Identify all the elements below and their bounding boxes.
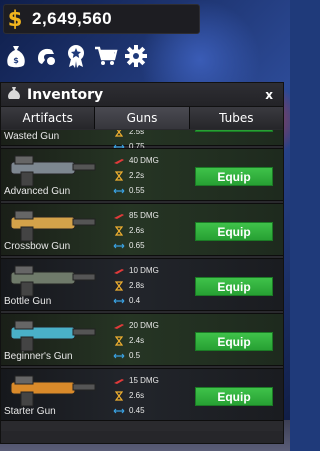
damage-value: 10 DMG: [129, 266, 159, 275]
gun-thumbnail: [5, 207, 101, 243]
gun-row: Crossbow Gun 85 DMG 2.6s 0.65 Equip: [1, 203, 283, 256]
hourglass-icon: [113, 335, 125, 346]
equip-button[interactable]: Equip: [195, 222, 273, 241]
gun-thumbnail: [5, 372, 101, 408]
range-stat: 0.65: [113, 238, 183, 253]
hourglass-icon: [113, 390, 125, 401]
gun-stats: 85 DMG 2.6s 0.65: [113, 208, 183, 253]
inventory-panel: Inventory x Artifacts Guns Tubes Wasted …: [0, 82, 284, 444]
list-footer: [1, 431, 283, 443]
gun-name: Wasted Gun: [4, 131, 60, 142]
time-value: 2.4s: [129, 336, 145, 345]
damage-icon: [113, 266, 125, 276]
gear-icon[interactable]: [124, 42, 148, 70]
damage-icon: [113, 321, 125, 331]
hourglass-icon: [113, 170, 125, 181]
damage-stat: 10 DMG: [113, 263, 183, 278]
range-value: 0.65: [129, 241, 145, 250]
range-value: 0.5: [129, 351, 141, 360]
gun-thumbnail: [5, 152, 101, 188]
gun-stats: 15 DMG 2.6s 0.45: [113, 373, 183, 418]
time-stat: 2.5s: [113, 130, 183, 139]
damage-value: 85 DMG: [129, 211, 159, 220]
damage-icon: [113, 211, 125, 221]
svg-text:$: $: [13, 56, 19, 65]
currency-amount: 2,649,560: [32, 9, 113, 28]
range-arrows-icon: [113, 406, 125, 416]
toolbar: $: [4, 42, 148, 72]
range-stat: 0.55: [113, 183, 183, 198]
gun-thumbnail: [5, 262, 101, 298]
currency-display: $ 2,649,560: [3, 4, 200, 34]
damage-value: 20 DMG: [129, 321, 159, 330]
equip-button[interactable]: Equip: [195, 130, 273, 132]
cart-icon[interactable]: [94, 42, 118, 70]
hourglass-icon: [113, 130, 125, 137]
inventory-header: Inventory x: [1, 83, 283, 107]
damage-stat: 85 DMG: [113, 208, 183, 223]
range-arrows-icon: [113, 296, 125, 306]
range-stat: 0.4: [113, 293, 183, 308]
tab-tubes[interactable]: Tubes: [189, 107, 283, 129]
range-value: 0.45: [129, 406, 145, 415]
equip-button[interactable]: Equip: [195, 332, 273, 351]
damage-value: 40 DMG: [129, 156, 159, 165]
tab-guns[interactable]: Guns: [95, 107, 190, 129]
gun-row: Advanced Gun 40 DMG 2.2s 0.55 Equip: [1, 148, 283, 201]
damage-value: 15 DMG: [129, 376, 159, 385]
badge-icon[interactable]: [64, 42, 88, 70]
damage-stat: 40 DMG: [113, 153, 183, 168]
gun-name: Bottle Gun: [4, 296, 52, 307]
range-value: 0.4: [129, 296, 141, 305]
damage-icon: [113, 156, 125, 166]
range-stat: 0.45: [113, 403, 183, 418]
inventory-tabs: Artifacts Guns Tubes: [1, 107, 283, 129]
damage-icon: [113, 376, 125, 386]
tab-artifacts[interactable]: Artifacts: [1, 107, 96, 129]
time-stat: 2.2s: [113, 168, 183, 183]
close-button[interactable]: x: [265, 88, 273, 102]
dollar-icon: $: [7, 7, 23, 31]
time-stat: 2.6s: [113, 388, 183, 403]
hourglass-icon: [113, 225, 125, 236]
gun-list[interactable]: Wasted Gun 2.5s 0.75 Equip: [1, 130, 283, 430]
range-arrows-icon: [113, 241, 125, 251]
inventory-bag-icon: [7, 85, 21, 104]
time-value: 2.6s: [129, 391, 145, 400]
gun-name: Starter Gun: [4, 406, 56, 417]
time-stat: 2.6s: [113, 223, 183, 238]
time-value: 2.6s: [129, 226, 145, 235]
gun-thumbnail: [5, 317, 101, 353]
gun-row: Beginner's Gun 20 DMG 2.4s 0.5 Equip: [1, 313, 283, 366]
range-arrows-icon: [113, 186, 125, 196]
damage-stat: 20 DMG: [113, 318, 183, 333]
hourglass-icon: [113, 280, 125, 291]
time-value: 2.2s: [129, 171, 145, 180]
equip-button[interactable]: Equip: [195, 387, 273, 406]
inventory-title: Inventory: [27, 86, 104, 103]
equip-button[interactable]: Equip: [195, 277, 273, 296]
gun-row: Wasted Gun 2.5s 0.75 Equip: [1, 130, 283, 151]
time-stat: 2.8s: [113, 278, 183, 293]
equip-button[interactable]: Equip: [195, 167, 273, 186]
gun-name: Advanced Gun: [4, 186, 71, 197]
hook-icon[interactable]: [34, 42, 58, 70]
damage-stat: 15 DMG: [113, 373, 183, 388]
gun-stats: 40 DMG 2.2s 0.55: [113, 153, 183, 198]
gun-row: Bottle Gun 10 DMG 2.8s 0.4 Equip: [1, 258, 283, 311]
gun-stats: 10 DMG 2.8s 0.4: [113, 263, 183, 308]
range-value: 0.55: [129, 186, 145, 195]
gun-name: Beginner's Gun: [4, 351, 73, 362]
gun-stats: 20 DMG 2.4s 0.5: [113, 318, 183, 363]
time-value: 2.8s: [129, 281, 145, 290]
gun-row: Starter Gun 15 DMG 2.6s 0.45 Equip: [1, 368, 283, 421]
range-stat: 0.5: [113, 348, 183, 363]
time-stat: 2.4s: [113, 333, 183, 348]
money-bag-icon[interactable]: $: [4, 42, 28, 70]
gun-name: Crossbow Gun: [4, 241, 71, 252]
time-value: 2.5s: [129, 130, 145, 136]
range-arrows-icon: [113, 351, 125, 361]
